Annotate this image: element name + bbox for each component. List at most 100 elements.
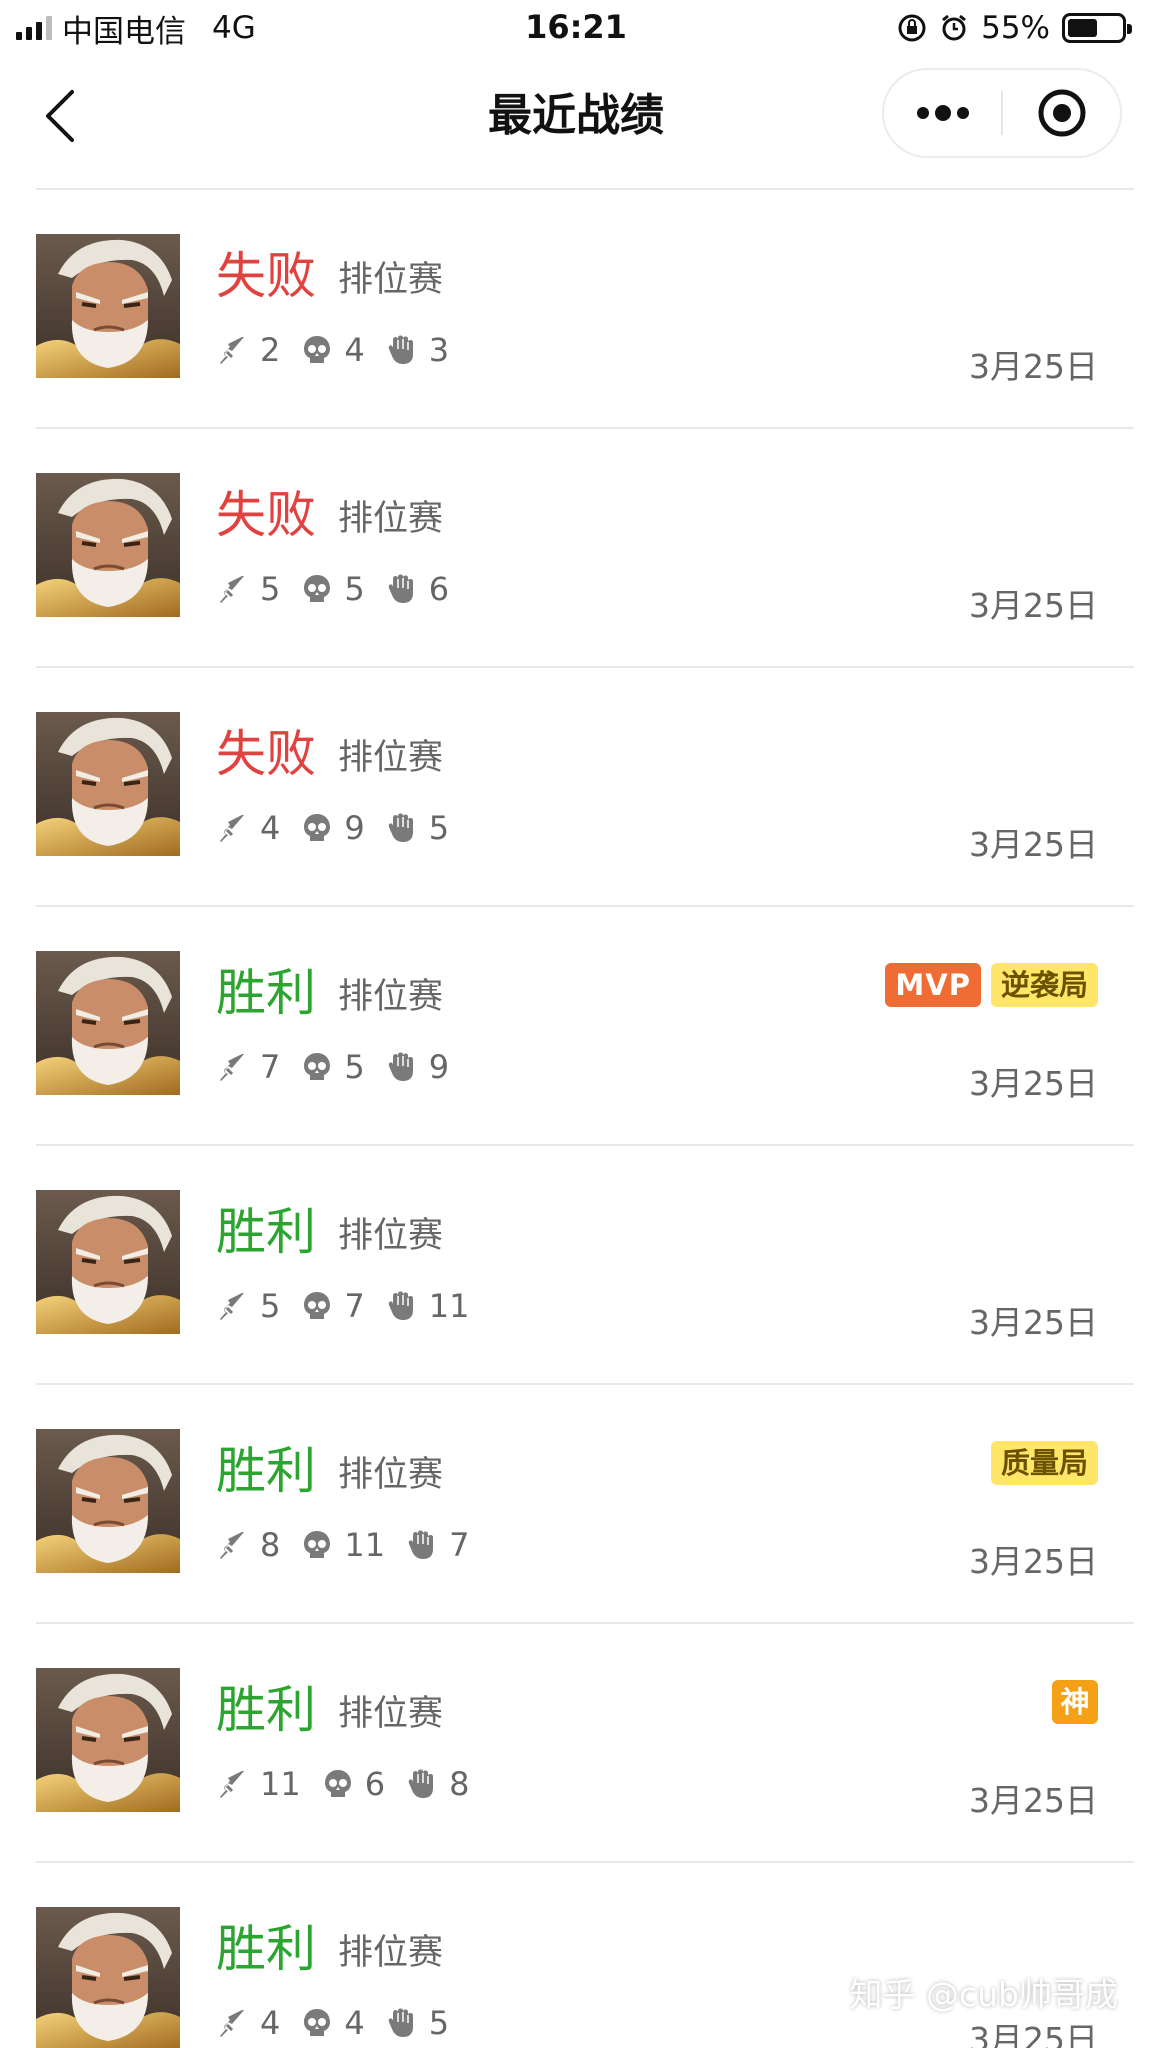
match-record-list: 失败 排位赛 2 4 3 3月25日 失败 排位赛 5 5 6 3月25日 失败… <box>0 190 1152 2048</box>
match-date: 3月25日 <box>969 1781 1098 1820</box>
record-row[interactable]: 失败 排位赛 2 4 3 3月25日 <box>36 190 1134 429</box>
status-right: 55% <box>897 8 1132 48</box>
skull-icon <box>300 572 334 606</box>
match-mode: 排位赛 <box>338 1694 444 1734</box>
match-result: 失败 <box>216 725 316 783</box>
kda-stats: 5 7 11 <box>216 1284 489 1328</box>
match-date: 3月25日 <box>969 1064 1098 1103</box>
deaths-value: 11 <box>344 1526 386 1564</box>
hero-avatar <box>36 951 180 1095</box>
sword-icon <box>216 572 250 606</box>
deaths-value: 4 <box>344 2004 365 2042</box>
match-result: 胜利 <box>216 964 316 1022</box>
assists-value: 8 <box>449 1765 470 1803</box>
hero-avatar <box>36 234 180 378</box>
assists-value: 5 <box>428 2004 450 2042</box>
record-row[interactable]: 失败 排位赛 4 9 5 3月25日 <box>36 668 1134 907</box>
match-mode: 排位赛 <box>338 1216 444 1256</box>
match-date: 3月25日 <box>969 1542 1098 1581</box>
hand-icon <box>385 2006 419 2040</box>
kills-value: 5 <box>260 1287 281 1325</box>
assists-value: 11 <box>428 1287 470 1325</box>
kills-value: 11 <box>260 1765 301 1803</box>
alarm-icon <box>939 13 969 43</box>
hero-avatar <box>36 1190 180 1334</box>
record-row[interactable]: 胜利 排位赛 11 6 8 神 3月25日 <box>36 1624 1134 1863</box>
tag-badge-god: 神 <box>1052 1680 1098 1724</box>
assists-value: 5 <box>428 809 450 847</box>
hand-icon <box>385 811 419 845</box>
skull-icon <box>321 1767 355 1801</box>
record-row[interactable]: 失败 排位赛 5 5 6 3月25日 <box>36 429 1134 668</box>
record-row[interactable]: 胜利 排位赛 7 5 9 MVP 逆袭局 3月25日 <box>36 907 1134 1146</box>
hero-avatar <box>36 712 180 856</box>
kills-value: 2 <box>260 331 281 369</box>
assists-value: 9 <box>428 1048 450 1086</box>
match-result: 胜利 <box>216 1442 316 1500</box>
sword-icon <box>216 1050 250 1084</box>
battery-icon <box>1062 13 1132 43</box>
match-mode: 排位赛 <box>338 1455 444 1495</box>
assists-value: 3 <box>428 331 450 369</box>
match-date: 3月25日 <box>969 1303 1098 1342</box>
more-dots-icon <box>916 105 969 121</box>
match-tags: MVP 逆袭局 <box>885 963 1098 1007</box>
deaths-value: 5 <box>344 1048 365 1086</box>
sword-icon <box>216 811 250 845</box>
match-mode: 排位赛 <box>338 1933 444 1973</box>
kda-stats: 8 11 7 <box>216 1523 489 1567</box>
deaths-value: 5 <box>344 570 365 608</box>
kda-stats: 4 9 5 <box>216 806 469 850</box>
kda-stats: 7 5 9 <box>216 1045 469 1089</box>
match-result: 失败 <box>216 486 316 544</box>
skull-icon <box>300 2006 334 2040</box>
match-tags: 神 <box>1052 1680 1098 1724</box>
watermark: 知乎 @cub帅哥成 <box>849 1975 1119 2014</box>
kda-stats: 4 4 5 <box>216 2001 469 2045</box>
mini-program-capsule <box>882 68 1122 158</box>
match-date: 3月25日 <box>969 825 1098 864</box>
match-mode: 排位赛 <box>338 499 444 539</box>
kda-stats: 11 6 8 <box>216 1762 489 1806</box>
hero-avatar <box>36 473 180 617</box>
sword-icon <box>216 1289 250 1323</box>
skull-icon <box>300 1050 334 1084</box>
hand-icon <box>385 333 419 367</box>
assists-value: 6 <box>428 570 450 608</box>
sword-icon <box>216 1528 250 1562</box>
match-result: 胜利 <box>216 1681 316 1739</box>
record-row[interactable]: 胜利 排位赛 8 11 7 质量局 3月25日 <box>36 1385 1134 1624</box>
record-row[interactable]: 胜利 排位赛 5 7 11 3月25日 <box>36 1146 1134 1385</box>
skull-icon <box>300 811 334 845</box>
match-date: 3月25日 <box>969 586 1098 625</box>
record-row[interactable]: 胜利 排位赛 4 4 5 3月25日 <box>36 1863 1134 2048</box>
match-date: 3月25日 <box>969 2020 1098 2048</box>
kills-value: 5 <box>260 570 281 608</box>
hand-icon <box>385 1289 419 1323</box>
deaths-value: 6 <box>364 1765 386 1803</box>
nav-bar: 最近战绩 <box>0 56 1152 186</box>
rotation-lock-icon <box>897 13 927 43</box>
target-close-icon <box>1038 89 1085 137</box>
hero-avatar <box>36 1429 180 1573</box>
close-button[interactable] <box>1003 70 1120 156</box>
match-result: 胜利 <box>216 1203 316 1261</box>
deaths-value: 9 <box>344 809 365 847</box>
skull-icon <box>300 1289 334 1323</box>
match-result: 失败 <box>216 247 316 305</box>
battery-percent: 55% <box>981 10 1050 46</box>
match-tags: 质量局 <box>990 1441 1098 1485</box>
kills-value: 8 <box>260 1526 281 1564</box>
kills-value: 4 <box>260 2004 281 2042</box>
status-bar: 中国电信 4G 16:21 55% <box>0 0 1152 56</box>
match-mode: 排位赛 <box>338 260 444 300</box>
deaths-value: 4 <box>344 331 365 369</box>
assists-value: 7 <box>449 1526 470 1564</box>
more-button[interactable] <box>884 70 1001 156</box>
kills-value: 4 <box>260 809 281 847</box>
deaths-value: 7 <box>344 1287 365 1325</box>
sword-icon <box>216 333 250 367</box>
skull-icon <box>300 333 334 367</box>
tag-badge-yellow: 质量局 <box>990 1441 1098 1485</box>
hero-avatar <box>36 1907 180 2048</box>
